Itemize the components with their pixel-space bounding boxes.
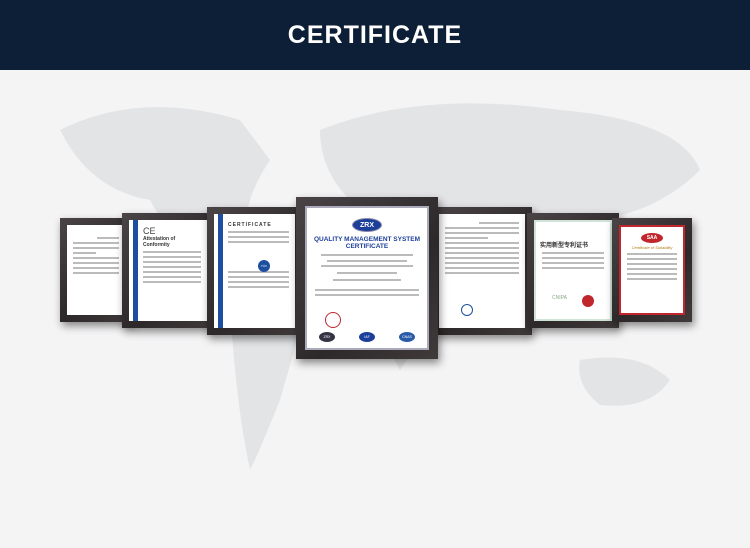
certificate-frame-ce[interactable]: CE Attestation of Conformity [122,213,214,328]
patent-certificate: 实用新型专利证书 CNIPA [534,220,612,321]
test-report [439,214,525,328]
certificate-title: Certificate of Suitability [631,245,673,250]
cnas-seal: CNAS [399,332,415,342]
certificate-title: 实用新型专利证书 [540,242,589,249]
blue-band [133,220,138,321]
certificate-title: QUALITY MANAGEMENT SYSTEM [313,236,421,243]
certificate-subtitle: CERTIFICATE [345,243,389,251]
certificate-document [67,225,125,315]
seal-icon [461,304,473,316]
certificate-frame-tuv[interactable]: CERTIFICATE TÜV [207,207,302,335]
tuv-seal: TÜV [258,260,270,272]
cnipa-mark: CNIPA [552,295,567,301]
saa-certificate: SAA Certificate of Suitability [619,225,685,315]
ce-certificate: CE Attestation of Conformity [129,220,207,321]
red-seal-icon [582,295,594,307]
tuv-certificate: CERTIFICATE TÜV [214,214,295,328]
blue-band [218,214,223,328]
zrx-seal: ZRX [319,332,335,342]
certificate-frame-5[interactable] [432,207,532,335]
certificate-title: Attestation of Conformity [143,236,176,248]
ce-mark: CE [143,226,156,236]
certificate-title: CERTIFICATE [228,222,272,228]
page-title: CERTIFICATE [287,20,463,49]
red-stamp-icon [325,312,341,328]
certificate-frame-patent[interactable]: 实用新型专利证书 CNIPA [527,213,619,328]
certificate-frame-saa[interactable]: SAA Certificate of Suitability [612,218,692,322]
certificate-frame-qms[interactable]: ZRX QUALITY MANAGEMENT SYSTEM CERTIFICAT… [296,197,438,359]
zrx-logo: ZRX [352,218,382,232]
saa-logo: SAA [641,233,663,243]
qms-certificate: ZRX QUALITY MANAGEMENT SYSTEM CERTIFICAT… [305,206,429,350]
header-banner: CERTIFICATE [0,0,750,70]
iaf-seal: IAF [359,332,375,342]
